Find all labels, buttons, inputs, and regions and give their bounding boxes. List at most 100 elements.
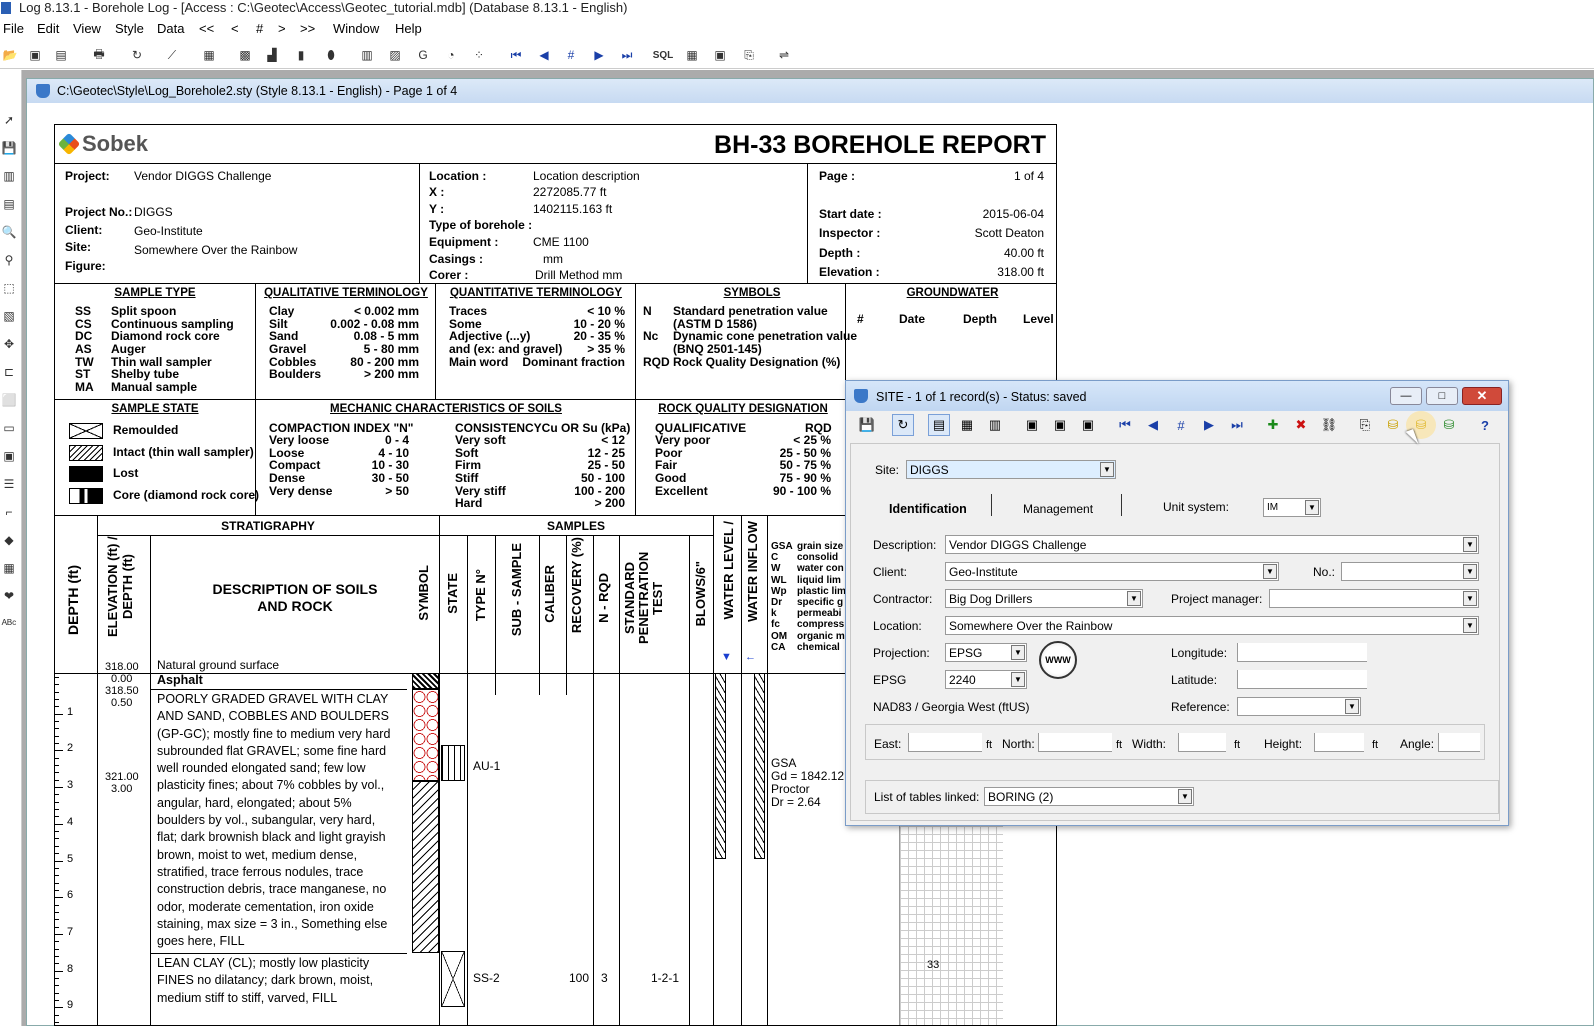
open-folder-icon[interactable]: 📂 xyxy=(0,45,20,65)
hash-icon[interactable]: # xyxy=(561,45,581,65)
help-icon[interactable]: ? xyxy=(1474,414,1496,436)
menu-item-10[interactable]: Window xyxy=(333,21,379,36)
maximize-button[interactable]: □ xyxy=(1426,387,1458,405)
form-view-icon[interactable]: ▤ xyxy=(928,414,950,436)
move-icon[interactable]: ✥ xyxy=(0,334,18,354)
list-icon[interactable]: ☰ xyxy=(0,474,18,494)
cylinder-icon[interactable]: ⬮ xyxy=(321,45,341,65)
close-button[interactable]: ✕ xyxy=(1462,387,1502,405)
open-db-icon[interactable]: ▣ xyxy=(25,45,45,65)
hatch-icon[interactable]: ▧ xyxy=(0,306,18,326)
prev-record-icon[interactable]: ◀ xyxy=(1142,414,1164,436)
goto-record-icon[interactable]: # xyxy=(1170,414,1192,436)
note-icon[interactable]: ▭ xyxy=(0,418,18,438)
refresh-icon[interactable]: ↻ xyxy=(892,414,914,436)
menu-item-5[interactable]: << xyxy=(199,21,214,36)
delete-record-icon[interactable]: ✖ xyxy=(1290,414,1312,436)
color-bar-icon[interactable]: ▮ xyxy=(291,45,311,65)
heart-icon[interactable]: ❤ xyxy=(0,586,18,606)
width-field[interactable] xyxy=(1178,733,1226,752)
menu-item-7[interactable]: # xyxy=(256,21,263,36)
columns-icon[interactable]: ▥ xyxy=(0,166,18,186)
db-yellow-icon[interactable]: ⛁ xyxy=(1382,414,1404,436)
db-delete-icon[interactable]: ▣ xyxy=(1077,414,1099,436)
select-icon[interactable]: ⬚ xyxy=(0,278,18,298)
first-icon[interactable]: ⏮ xyxy=(506,45,526,65)
menu-item-8[interactable]: > xyxy=(278,21,286,36)
table-edit-icon[interactable]: ▦ xyxy=(682,45,702,65)
site-select[interactable]: DIGGS ▼ xyxy=(906,460,1116,479)
box-icon[interactable]: ⬜ xyxy=(0,390,18,410)
location-field[interactable]: Somewhere Over the Rainbow ▼ xyxy=(945,616,1479,635)
abc-icon[interactable]: ᴬᴮᶜ xyxy=(0,614,18,634)
menu-item-11[interactable]: Help xyxy=(395,21,422,36)
reference-select[interactable]: ▼ xyxy=(1237,697,1361,716)
next-icon[interactable]: ▶ xyxy=(589,45,609,65)
contractor-field[interactable]: Big Dog Drillers ▼ xyxy=(945,589,1143,608)
grid-icon[interactable]: ▩ xyxy=(235,45,255,65)
project-manager-field[interactable]: ▼ xyxy=(1269,589,1479,608)
unit-system-select[interactable]: IM ▼ xyxy=(1263,498,1321,517)
east-field[interactable] xyxy=(908,733,982,752)
tab-management[interactable]: Management xyxy=(1023,502,1093,516)
rows-icon[interactable]: ▤ xyxy=(0,194,18,214)
brick-icon[interactable]: ▦ xyxy=(0,558,18,578)
save-icon[interactable]: 💾 xyxy=(0,138,18,158)
last-icon[interactable]: ⏭ xyxy=(617,45,637,65)
last-record-icon[interactable]: ⏭ xyxy=(1226,414,1248,436)
save-icon[interactable]: 💾 xyxy=(856,414,878,436)
epsg-select[interactable]: 2240 ▼ xyxy=(945,670,1027,689)
align-icon[interactable]: ⊏ xyxy=(0,362,18,382)
minimize-button[interactable]: — xyxy=(1390,387,1422,405)
export-icon[interactable]: ⎘ xyxy=(739,45,759,65)
text-icon[interactable]: ▣ xyxy=(0,446,18,466)
menu-item-0[interactable]: File xyxy=(3,21,24,36)
export-icon[interactable]: ⎘ xyxy=(1354,414,1376,436)
image-icon[interactable]: ▨ xyxy=(385,45,405,65)
client-field[interactable]: Geo-Institute ▼ xyxy=(945,562,1279,581)
add-record-icon[interactable]: ✚ xyxy=(1262,414,1284,436)
graph-icon[interactable]: ▟ xyxy=(262,45,282,65)
tables-select[interactable]: BORING (2) ▼ xyxy=(984,787,1194,806)
layout-icon[interactable]: ▣ xyxy=(710,45,730,65)
line-icon[interactable]: ⌐ xyxy=(0,502,18,522)
next-record-icon[interactable]: ▶ xyxy=(1198,414,1220,436)
menu-item-1[interactable]: Edit xyxy=(37,21,59,36)
projection-select[interactable]: EPSG ▼ xyxy=(945,643,1027,662)
link-icon[interactable]: ⛓ xyxy=(1318,414,1340,436)
list-view-icon[interactable]: ▥ xyxy=(984,414,1006,436)
description-field[interactable]: Vendor DIGGS Challenge ▼ xyxy=(945,535,1479,554)
flip-icon[interactable]: ⇌ xyxy=(774,45,794,65)
print-icon[interactable]: 🖶 xyxy=(89,45,109,65)
refresh-icon[interactable]: ↻ xyxy=(127,45,147,65)
db-paste-icon[interactable]: ▣ xyxy=(1049,414,1071,436)
pie-icon[interactable]: ◔ xyxy=(441,45,461,65)
zoom-icon[interactable]: 🔍 xyxy=(0,222,18,242)
menu-item-9[interactable]: >> xyxy=(300,21,315,36)
first-record-icon[interactable]: ⏮ xyxy=(1114,414,1136,436)
menu-item-2[interactable]: View xyxy=(73,21,101,36)
globe-www-button[interactable]: WWW xyxy=(1039,641,1077,679)
latitude-field[interactable] xyxy=(1237,670,1367,689)
dots-icon[interactable]: ⁘ xyxy=(469,45,489,65)
tab-identification[interactable]: Identification xyxy=(889,502,967,516)
diamond-icon[interactable]: ◆ xyxy=(0,530,18,550)
cursor-icon[interactable]: ➚ xyxy=(0,110,18,130)
db-settings-icon[interactable]: ▤ xyxy=(51,45,71,65)
chart-icon[interactable]: ⟋ xyxy=(162,45,182,65)
db-copy-icon[interactable]: ▣ xyxy=(1021,414,1043,436)
menu-item-3[interactable]: Style xyxy=(115,21,144,36)
menu-item-6[interactable]: < xyxy=(231,21,239,36)
menu-item-4[interactable]: Data xyxy=(157,21,184,36)
north-field[interactable] xyxy=(1038,733,1112,752)
no-field[interactable]: ▼ xyxy=(1341,562,1479,581)
prev-icon[interactable]: ◀ xyxy=(534,45,554,65)
longitude-field[interactable] xyxy=(1237,643,1367,662)
db-green-icon[interactable]: ⛁ xyxy=(1438,414,1460,436)
grid-view-icon[interactable]: ▦ xyxy=(956,414,978,436)
pan-icon[interactable]: ⚲ xyxy=(0,250,18,270)
height-field[interactable] xyxy=(1314,733,1364,752)
angle-field[interactable] xyxy=(1438,733,1480,752)
report-icon[interactable]: ▥ xyxy=(357,45,377,65)
sql-icon[interactable]: SQL xyxy=(653,45,674,65)
